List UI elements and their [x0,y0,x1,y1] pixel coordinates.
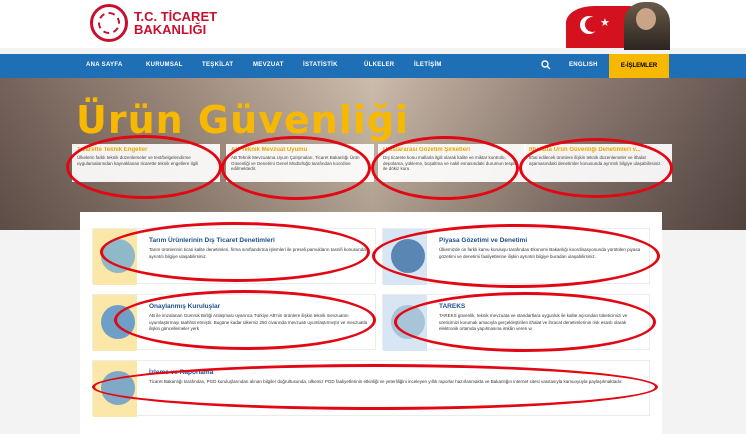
hero-card-title: Ticarette Teknik Engeller [77,147,148,153]
tareks-thumbnail [383,295,427,351]
service-tareks[interactable]: TAREKS TAREKS güvenlik, teknik mevzuata … [382,294,650,351]
hero-card-ticarette-teknik-engeller[interactable]: Ticarette Teknik Engeller Ülkelerin fark… [72,144,220,182]
izleme-thumbnail [93,361,137,417]
service-body: Ticaret Bakanlığı tarafından, PGD kurulu… [149,379,623,384]
page: T.C. TİCARET BAKANLIĞI ★ ANA SAYFA KURUM… [0,0,746,434]
hero-card-title: Uluslararası Gözetim Şirketleri [383,147,471,153]
header: T.C. TİCARET BAKANLIĞI ★ [0,0,746,50]
hero-card-title: AB Teknik Mevzuat Uyumu [231,147,308,153]
nav-kurumsal[interactable]: KURUMSAL [146,62,183,68]
logo-line2: BAKANLIĞI [134,22,207,37]
hero-card-body: AB Teknik Mevzuatına Uyum Çalışmaları, T… [231,155,360,171]
hero-card-title: İthalatta Ürün Güvenliği Denetimleri v..… [529,147,641,153]
service-piyasa-gozetimi[interactable]: Piyasa Gözetimi ve Denetimi Ülkemizde on… [382,228,650,285]
service-title: İzleme ve Raporlama [149,369,214,376]
hero-card-body: İthal edilecek ürünlere ilişkin teknik d… [529,155,662,166]
services-panel: Tarım Ürünlerinin Dış Ticaret Denetimler… [80,212,662,434]
nav-ana-sayfa[interactable]: ANA SAYFA [86,62,123,68]
nav-ulkeler[interactable]: ÜLKELER [364,62,394,68]
service-body: Tarım ürünlerinin ticari kalite denetiml… [149,247,366,259]
flag-portrait-image: ★ [566,2,676,50]
piyasa-thumbnail [383,229,427,285]
service-body: Ülkemizde on farklı kamu kuruluşu tarafı… [439,247,641,259]
hero-card-body: Dış ticarete konu mallarla ilgili olarak… [383,155,517,171]
search-icon[interactable] [541,60,551,70]
service-onaylanmis-kuruluslar[interactable]: Onaylanmış Kuruluşlar AB ile imzalanan G… [92,294,376,351]
hero-card-uluslararasi-gozetim[interactable]: Uluslararası Gözetim Şirketleri Dış tica… [378,144,526,182]
nav-teskilat[interactable]: TEŞKİLAT [202,62,233,68]
nav-english[interactable]: ENGLISH [569,62,598,68]
service-title: TAREKS [439,303,466,310]
seal-icon [90,4,128,42]
service-body: TAREKS güvenlik, teknik mevzuata ve stan… [439,313,628,331]
service-title: Piyasa Gözetimi ve Denetimi [439,237,528,244]
service-title: Tarım Ürünlerinin Dış Ticaret Denetimler… [149,237,275,244]
nav-iletisim[interactable]: İLETİŞİM [414,62,442,68]
tarim-thumbnail [93,229,137,285]
hero-card-ab-teknik-mevzuat[interactable]: AB Teknik Mevzuat Uyumu AB Teknik Mevzua… [226,144,374,182]
service-izleme-raporlama[interactable]: İzleme ve Raporlama Ticaret Bakanlığı ta… [92,360,650,417]
service-tarim-urunleri[interactable]: Tarım Ürünlerinin Dış Ticaret Denetimler… [92,228,376,285]
hero-card-body: Ülkelerin farklı teknik düzenlemeler ve … [77,155,199,166]
service-body: AB ile imzalanan Gümrük Birliği Anlaşmas… [149,313,368,331]
nav-istatistik[interactable]: İSTATİSTİK [303,62,338,68]
onaylanmis-thumbnail [93,295,137,351]
nav-mevzuat[interactable]: MEVZUAT [253,62,284,68]
ministry-logo[interactable]: T.C. TİCARET BAKANLIĞI [90,4,217,42]
service-title: Onaylanmış Kuruluşlar [149,303,221,310]
nav-e-islemler-button[interactable]: E-İŞLEMLER [609,54,669,78]
hero-card-ithalatta-urun-guvenligi[interactable]: İthalatta Ürün Güvenliği Denetimleri v..… [524,144,672,182]
page-title: Ürün Güvenliği [76,98,410,142]
